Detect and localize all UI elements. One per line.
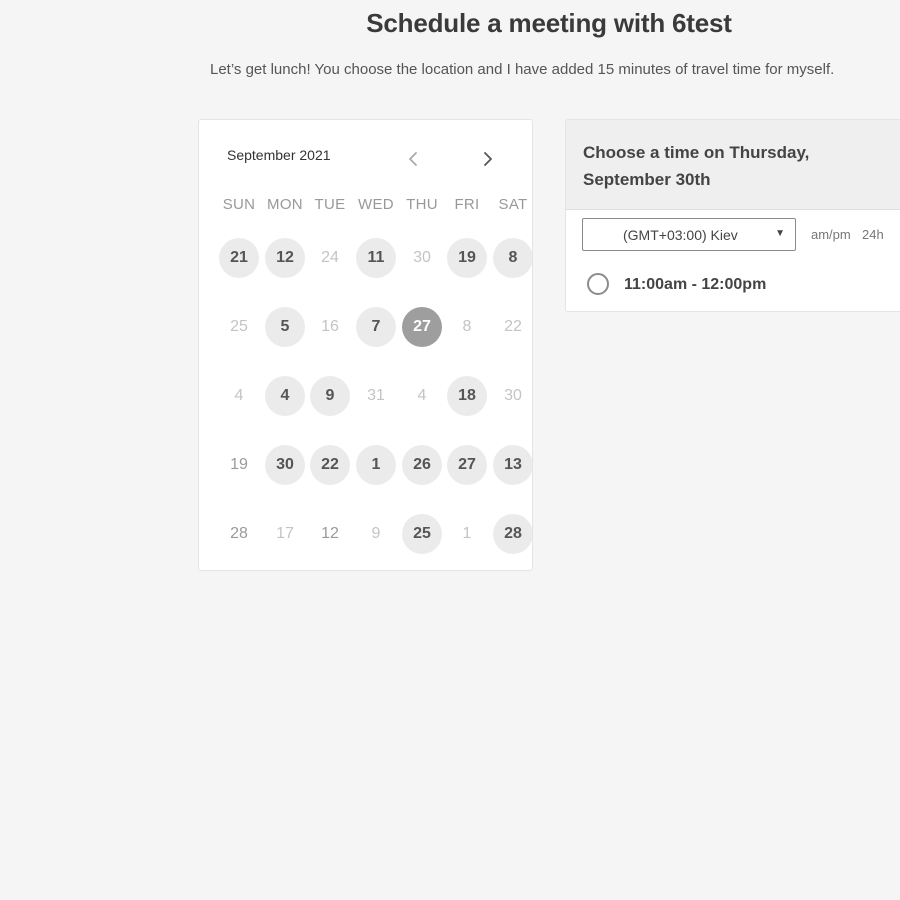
weekday-label: FRI [454,196,480,213]
chevron-left-icon [409,152,417,166]
calendar-day[interactable]: 27 [447,445,487,485]
time-slot[interactable]: 11:00am - 12:00pm [566,260,900,311]
calendar-day[interactable]: 8 [493,238,532,278]
calendar-day[interactable]: 21 [219,238,259,278]
weekday-label: SUN [222,196,256,213]
weekday-label: MON [267,196,303,213]
caret-down-icon: ▼ [775,228,785,239]
calendar-day-selected[interactable]: 27 [402,307,442,347]
calendar-day: 25 [230,318,248,335]
calendar-day: 17 [276,525,294,542]
calendar-day[interactable]: 5 [265,307,305,347]
timezone-select[interactable]: (GMT+03:00) Kiev ▼ [582,218,796,251]
calendar-day: 24 [321,249,339,266]
calendar-day[interactable]: 1 [356,445,396,485]
calendar-day: 4 [417,387,427,404]
calendar-day[interactable]: 26 [402,445,442,485]
calendar-day[interactable]: 4 [265,376,305,416]
scheduling-page: Schedule a meeting with 6test Let’s get … [0,0,900,900]
calendar-day[interactable]: 9 [310,376,350,416]
calendar-day[interactable]: 7 [356,307,396,347]
weekday-label: WED [358,196,394,213]
time-selection-panel: Choose a time on Thursday, September 30t… [565,119,900,312]
time-slot-label: 11:00am - 12:00pm [624,276,767,293]
calendar-day: 9 [371,525,381,542]
calendar-month-label: September 2021 [227,147,331,163]
weekday-label: THU [406,196,438,213]
calendar-day: 30 [413,249,431,266]
previous-month-button[interactable] [400,146,426,172]
timezone-value: (GMT+03:00) Kiev [623,227,738,243]
calendar-day[interactable]: 13 [493,445,532,485]
format-24h-toggle[interactable]: 24h [862,227,884,242]
calendar-day[interactable]: 11 [356,238,396,278]
calendar-day: 8 [462,318,472,335]
calendar-day: 12 [321,525,339,542]
calendar-day[interactable]: 28 [493,514,532,554]
calendar-day[interactable]: 22 [310,445,350,485]
calendar-day: 28 [230,525,248,542]
calendar-day[interactable]: 25 [402,514,442,554]
calendar-day: 19 [230,456,248,473]
calendar-day: 16 [321,318,339,335]
calendar-day[interactable]: 12 [265,238,305,278]
meeting-description: Let’s get lunch! You choose the location… [210,61,835,78]
calendar-day: 4 [234,387,244,404]
time-slot-radio[interactable] [587,273,609,295]
format-ampm-toggle[interactable]: am/pm [811,227,851,242]
weekday-label: SAT [498,196,528,213]
time-panel-header: Choose a time on Thursday, September 30t… [566,120,900,210]
calendar-day: 22 [504,318,522,335]
calendar-card: September 2021 SUN MON TUE WED THU FRI SAT 21 1… [198,119,533,571]
time-panel-title: Choose a time on Thursday, September 30t… [583,143,810,189]
weekday-label: TUE [314,196,346,213]
calendar-day[interactable]: 19 [447,238,487,278]
calendar-day: 31 [367,387,385,404]
chevron-right-icon [484,152,492,166]
calendar-day: 30 [504,387,522,404]
calendar-day[interactable]: 18 [447,376,487,416]
calendar-day: 1 [462,525,472,542]
page-title: Schedule a meeting with 6test [366,8,732,38]
weekday-header-row: SUN MON TUE WED THU FRI SAT [199,196,532,216]
next-month-button[interactable] [475,146,501,172]
calendar-day[interactable]: 30 [265,445,305,485]
